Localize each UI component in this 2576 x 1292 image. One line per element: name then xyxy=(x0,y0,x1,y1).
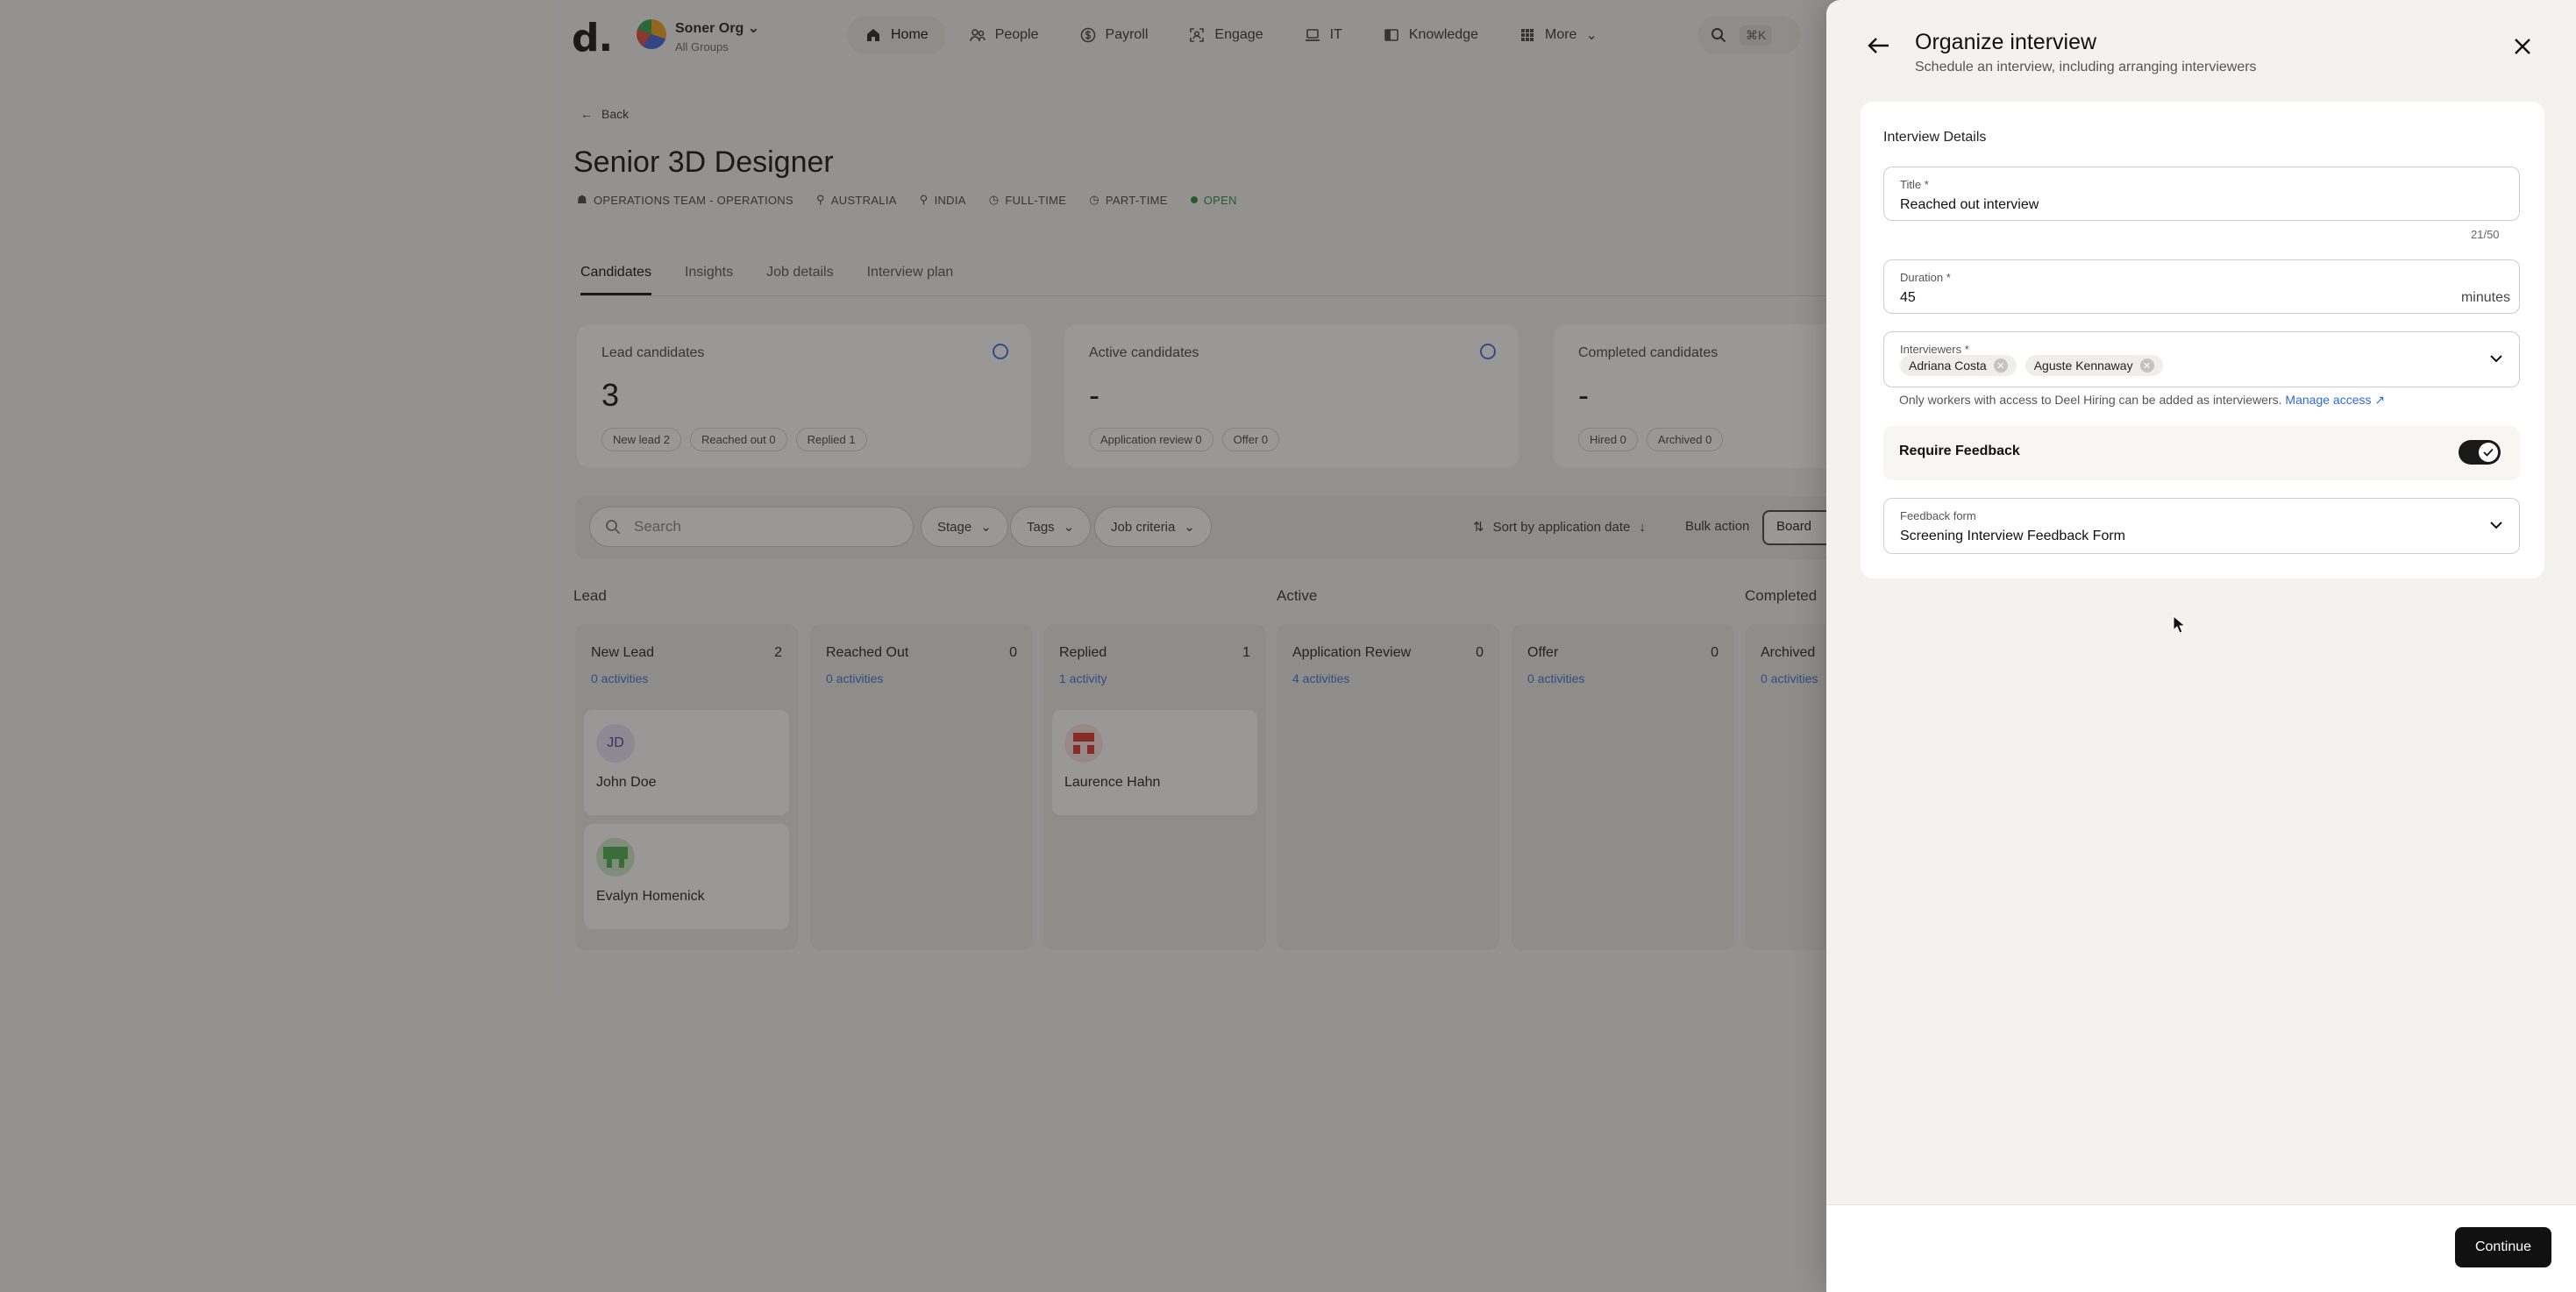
external-link-icon: ↗ xyxy=(2374,393,2386,407)
panel-subtitle: Schedule an interview, including arrangi… xyxy=(1915,60,2257,75)
chevron-down-icon xyxy=(2490,522,2502,529)
checkmark-icon xyxy=(2483,448,2494,457)
duration-unit: minutes xyxy=(2460,290,2510,305)
arrow-left-icon xyxy=(1868,38,1889,53)
panel-title: Organize interview xyxy=(1915,30,2097,54)
continue-button[interactable]: Continue xyxy=(2455,1227,2551,1267)
field-label: Feedback form xyxy=(1900,509,1976,522)
manage-access-link[interactable]: Manage access ↗ xyxy=(2285,393,2385,407)
chevron-down-icon xyxy=(2490,355,2502,363)
section-title: Interview Details xyxy=(1883,130,1987,145)
field-value: Screening Interview Feedback Form xyxy=(1900,529,2125,543)
interviewer-chip: Adriana Costa ✕ xyxy=(1900,355,2017,376)
remove-chip-icon[interactable]: ✕ xyxy=(1993,358,2008,373)
interviewer-chip: Aguste Kennaway ✕ xyxy=(2025,355,2163,376)
chip-label: Aguste Kennaway xyxy=(2033,358,2133,373)
field-value: Reached out interview xyxy=(1900,197,2039,212)
hint-text: Only workers with access to Deel Hiring … xyxy=(1899,393,2282,407)
title-field[interactable]: Title * Reached out interview xyxy=(1883,167,2520,221)
interviewer-chips: Adriana Costa ✕ Aguste Kennaway ✕ xyxy=(1900,355,2172,376)
title-char-counter: 21/50 xyxy=(2471,228,2500,241)
field-label: Duration * xyxy=(1900,271,1951,284)
feedback-form-select[interactable]: Feedback form Screening Interview Feedba… xyxy=(1883,498,2520,554)
require-feedback-toggle[interactable] xyxy=(2459,440,2501,465)
link-label: Manage access xyxy=(2285,393,2372,407)
require-feedback-label: Require Feedback xyxy=(1899,444,2020,458)
field-label: Interviewers * xyxy=(1900,343,1969,356)
toggle-knob xyxy=(2479,443,2498,462)
mouse-cursor-icon xyxy=(2173,615,2187,634)
duration-field[interactable]: Duration * 45 minutes xyxy=(1883,259,2520,314)
panel-close-button[interactable] xyxy=(2513,37,2532,56)
panel-back-button[interactable] xyxy=(1866,35,1890,56)
field-label: Title * xyxy=(1900,178,1929,191)
interviewers-select[interactable]: Interviewers * Adriana Costa ✕ Aguste Ken… xyxy=(1883,331,2520,387)
remove-chip-icon[interactable]: ✕ xyxy=(2139,358,2154,373)
interviewers-hint: Only workers with access to Deel Hiring … xyxy=(1899,393,2385,408)
close-icon xyxy=(2515,39,2530,54)
field-value: 45 xyxy=(1900,290,1916,305)
chip-label: Adriana Costa xyxy=(1909,358,1987,373)
